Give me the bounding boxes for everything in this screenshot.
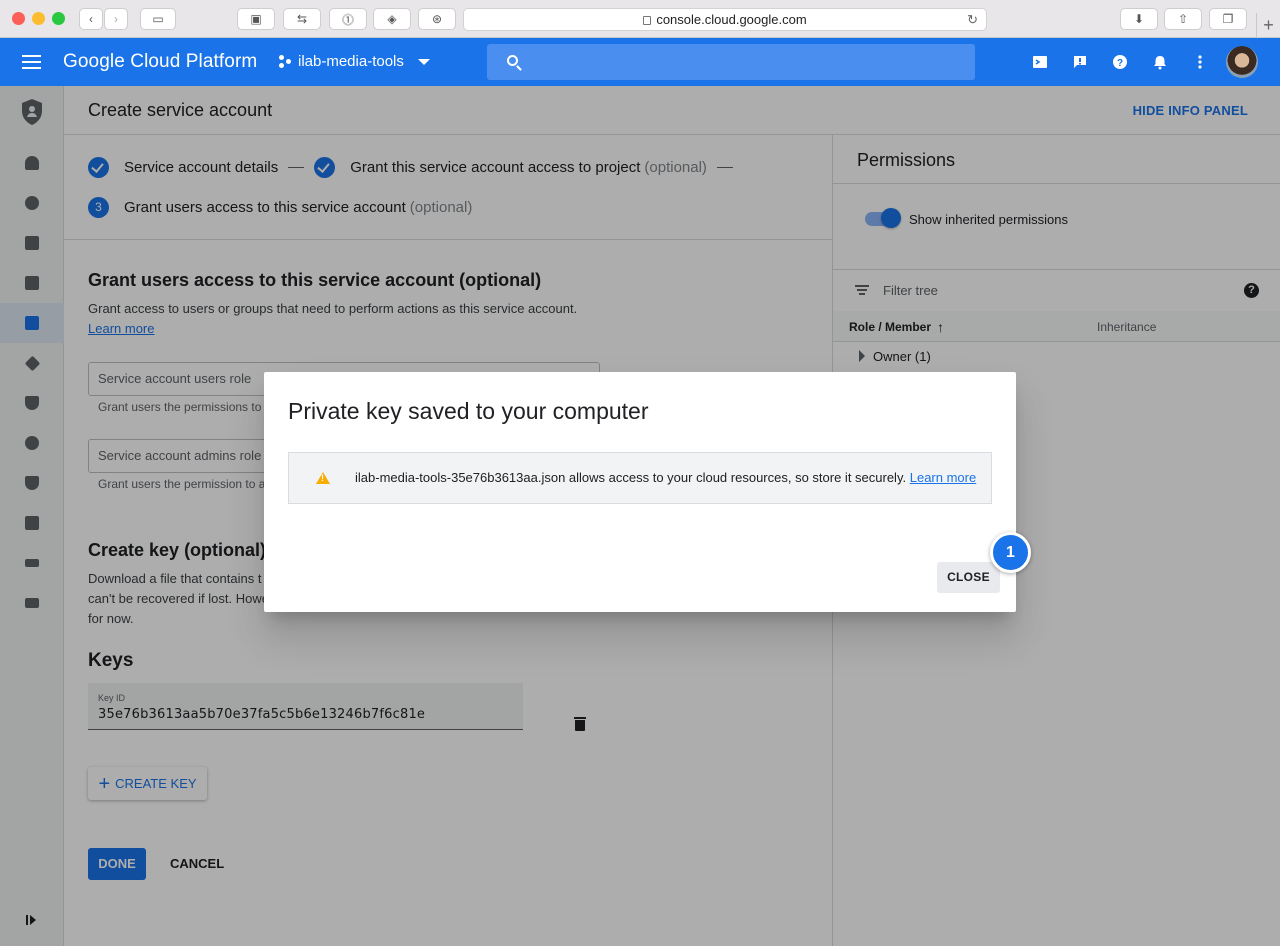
lock-icon xyxy=(643,16,652,25)
reload-icon[interactable]: ↻ xyxy=(967,12,978,28)
warning-text: ilab-media-tools-35e76b3613aa.json allow… xyxy=(355,470,976,485)
back-button[interactable]: ‹ xyxy=(79,8,103,30)
avatar[interactable] xyxy=(1226,46,1258,78)
browser-toolbar: ‹ › ▭ ▣ ⇆ ⓵ ◈ ⊛ console.cloud.google.com… xyxy=(0,0,1280,38)
cloud-shell-icon[interactable] xyxy=(1032,54,1048,70)
help-icon[interactable]: ? xyxy=(1112,54,1128,70)
dialog-title: Private key saved to your computer xyxy=(288,398,649,424)
extension-icon[interactable]: ▣ xyxy=(237,8,275,30)
chevron-down-icon xyxy=(417,58,430,65)
dialog-learn-more-link[interactable]: Learn more xyxy=(910,470,976,485)
ublock-icon[interactable]: ◈ xyxy=(373,8,411,30)
downloads-icon[interactable]: ⬇ xyxy=(1120,8,1158,30)
warning-banner: ilab-media-tools-35e76b3613aa.json allow… xyxy=(288,452,992,504)
close-window-button[interactable] xyxy=(12,12,25,25)
menu-icon[interactable] xyxy=(22,55,41,69)
private-key-dialog: Private key saved to your computer ilab-… xyxy=(264,372,1016,612)
notifications-icon[interactable] xyxy=(1152,54,1168,70)
sidebar-toggle-icon[interactable]: ▭ xyxy=(140,8,176,30)
address-bar[interactable]: console.cloud.google.com ↻ xyxy=(463,8,987,31)
share-icon[interactable]: ⇧ xyxy=(1164,8,1202,30)
project-name: ilab-media-tools xyxy=(298,53,404,70)
password-icon[interactable]: ⓵ xyxy=(329,8,367,30)
zoom-window-button[interactable] xyxy=(52,12,65,25)
project-icon xyxy=(279,55,292,68)
gcp-header: Google Cloud Platform ilab-media-tools ? xyxy=(0,38,1280,86)
extension-arrows-icon[interactable]: ⇆ xyxy=(283,8,321,30)
minimize-window-button[interactable] xyxy=(32,12,45,25)
search-input[interactable] xyxy=(487,44,975,80)
close-button[interactable]: CLOSE xyxy=(937,562,1000,593)
tabs-overview-icon[interactable]: ❐ xyxy=(1209,8,1247,30)
search-icon xyxy=(507,55,518,66)
url-text: console.cloud.google.com xyxy=(656,12,807,27)
project-selector[interactable]: ilab-media-tools xyxy=(279,53,430,70)
warning-message: ilab-media-tools-35e76b3613aa.json allow… xyxy=(355,470,907,485)
feedback-icon[interactable] xyxy=(1072,54,1088,70)
new-tab-button[interactable]: + xyxy=(1256,13,1280,38)
svg-text:?: ? xyxy=(1117,58,1123,69)
brand-title[interactable]: Google Cloud Platform xyxy=(63,51,257,73)
extension-j-icon[interactable]: ⊛ xyxy=(418,8,456,30)
warning-icon xyxy=(316,472,330,484)
more-vert-icon[interactable] xyxy=(1192,54,1208,70)
step-badge: 1 xyxy=(990,532,1031,573)
forward-button[interactable]: › xyxy=(104,8,128,30)
